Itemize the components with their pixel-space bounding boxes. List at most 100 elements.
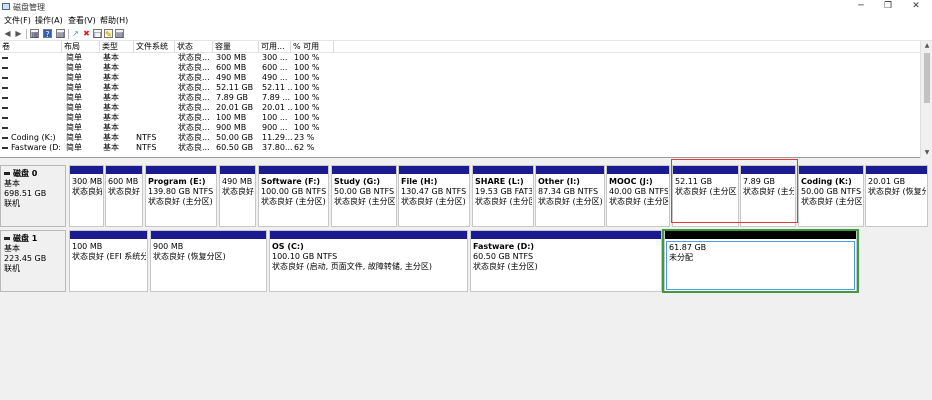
table-cell: 状态良... bbox=[178, 73, 210, 82]
partition-info: 600 MB状态良好 ( bbox=[108, 177, 141, 197]
volume-list[interactable]: 卷 布局 类型 文件系统 状态 容量 可用... % 可用 简单 基本 状态良...… bbox=[0, 41, 932, 158]
table-cell: 简单 bbox=[66, 123, 82, 132]
partition-type-bar bbox=[70, 231, 147, 239]
partition-size: 50.00 GB NTFS bbox=[334, 187, 395, 196]
close-button[interactable]: ✕ bbox=[902, 0, 930, 14]
partition-name: Study (G:) bbox=[334, 177, 381, 186]
table-cell: 100 % bbox=[294, 53, 320, 62]
scroll-down-icon[interactable]: ▼ bbox=[921, 148, 932, 158]
menu-help[interactable]: 帮助(H) bbox=[100, 15, 128, 26]
table-cell: NTFS bbox=[136, 133, 157, 142]
minimize-button[interactable]: ─ bbox=[847, 0, 875, 14]
column-header-type[interactable]: 类型 bbox=[100, 41, 134, 53]
scroll-up-icon[interactable]: ▲ bbox=[921, 41, 932, 51]
disk0-partition[interactable]: 300 MB 状态良好 bbox=[69, 165, 104, 227]
volume-name-cell bbox=[2, 103, 60, 113]
disk0-partition[interactable]: 600 MB状态良好 ( bbox=[105, 165, 143, 227]
menu-action[interactable]: 操作(A) bbox=[35, 15, 63, 26]
table-row[interactable]: 简单 基本 状态良... 490 MB 490 ... 100 % bbox=[0, 73, 920, 83]
partition-size: 130.47 GB NTFS bbox=[401, 187, 467, 196]
table-cell: 基本 bbox=[103, 123, 119, 132]
properties-icon[interactable]: ▦ bbox=[30, 29, 39, 39]
partition-name: Fastware (D:) bbox=[473, 242, 535, 251]
volume-name-text: Coding (K:) bbox=[11, 133, 56, 142]
column-header-layout[interactable]: 布局 bbox=[62, 41, 100, 53]
volume-icon bbox=[2, 56, 8, 59]
disk1-partition[interactable]: OS (C:) 100.10 GB NTFS 状态良好 (启动, 页面文件, 故障转… bbox=[269, 230, 468, 292]
table-cell: 100 % bbox=[294, 113, 320, 122]
partition-name: File (H:) bbox=[401, 177, 438, 186]
partition-size: 50.00 GB NTFS bbox=[801, 187, 862, 196]
disk0-partition[interactable]: File (H:) 130.47 GB NTFS 状态良好 (主分区) bbox=[398, 165, 470, 227]
volume-name-cell bbox=[2, 113, 60, 123]
disk1-partition[interactable]: 900 MB 状态良好 (恢复分区) bbox=[150, 230, 267, 292]
disk-1-label[interactable]: 磁盘 1 基本 223.45 GB 联机 bbox=[0, 230, 66, 292]
disk-0-size: 698.51 GB bbox=[4, 189, 47, 198]
partition-type-bar bbox=[259, 166, 328, 174]
table-row[interactable]: Coding (K:) 简单 基本 NTFS 状态良... 50.00 GB 11.29..… bbox=[0, 133, 920, 143]
partition-size: 40.00 GB NTFS bbox=[609, 187, 668, 196]
table-row[interactable]: 简单 基本 状态良... 7.89 GB 7.89 ... 100 % bbox=[0, 93, 920, 103]
settings-icon[interactable]: ▤ bbox=[115, 29, 124, 39]
help-icon[interactable]: ? bbox=[43, 29, 52, 39]
disk-list-icon[interactable]: ▤ bbox=[56, 29, 65, 39]
title-bar: 磁盘管理 ─ ❐ ✕ bbox=[0, 0, 932, 14]
table-row[interactable]: 简单 基本 状态良... 100 MB 100 ... 100 % bbox=[0, 113, 920, 123]
disk0-partition[interactable]: 490 MB 状态良好 bbox=[219, 165, 256, 227]
volume-icon bbox=[2, 86, 8, 89]
disk0-partition[interactable]: Program (E:) 139.80 GB NTFS 状态良好 (主分区) bbox=[145, 165, 217, 227]
disk0-partition[interactable]: Coding (K:) 50.00 GB NTFS 状态良好 (主分区) bbox=[798, 165, 864, 227]
disk1-partition[interactable]: Fastware (D:) 60.50 GB NTFS 状态良好 (主分区) bbox=[470, 230, 662, 292]
table-cell: 状态良... bbox=[178, 133, 210, 142]
column-header-percent-free[interactable]: % 可用 bbox=[291, 41, 334, 53]
column-header-capacity[interactable]: 容量 bbox=[213, 41, 259, 53]
delete-icon[interactable]: ✖ bbox=[82, 29, 91, 38]
table-cell: 简单 bbox=[66, 53, 82, 62]
disk1-partition[interactable]: 100 MB状态良好 (EFI 系统分区) bbox=[69, 230, 148, 292]
table-row[interactable]: 简单 基本 状态良... 600 MB 600 ... 100 % bbox=[0, 63, 920, 73]
volume-name-cell bbox=[2, 123, 60, 133]
table-cell: 100 % bbox=[294, 73, 320, 82]
disk0-partition[interactable]: Other (I:) 87.34 GB NTFS 状态良好 (主分区) bbox=[535, 165, 605, 227]
table-cell: 900 MB bbox=[216, 123, 247, 132]
forward-arrow-icon[interactable]: ▶ bbox=[14, 29, 23, 38]
disk-graphical-view: 磁盘 0 基本 698.51 GB 联机 300 MB 状态良好 600 MB 状态良… bbox=[0, 158, 932, 400]
disk0-partition[interactable]: SHARE (L:)19.53 GB FAT32状态良好 (主分区) bbox=[472, 165, 534, 227]
disk0-partition[interactable]: Software (F:) 100.00 GB NTFS 状态良好 (主分区) bbox=[258, 165, 329, 227]
partition-size: 900 MB bbox=[153, 242, 184, 251]
table-cell: 600 MB bbox=[216, 63, 247, 72]
table-row[interactable]: Fastware (D:) 简单 基本 NTFS 状态良... 60.50 GB 37.80… bbox=[0, 143, 920, 153]
menu-view[interactable]: 查看(V) bbox=[68, 15, 96, 26]
volume-list-scrollbar[interactable]: ▲ ▼ bbox=[920, 41, 932, 158]
explore-icon[interactable]: ✎ bbox=[104, 29, 113, 39]
disk0-partition[interactable]: MOOC (J:) 40.00 GB NTFS 状态良好 (主分区) bbox=[606, 165, 670, 227]
table-cell: 状态良... bbox=[178, 93, 210, 102]
connect-icon[interactable]: ↗ bbox=[71, 29, 80, 38]
disk0-partition[interactable]: 20.01 GB 状态良好 (恢复分 bbox=[865, 165, 928, 227]
disk0-partition[interactable]: Study (G:) 50.00 GB NTFS 状态良好 (主分区) bbox=[331, 165, 397, 227]
disk-0-label[interactable]: 磁盘 0 基本 698.51 GB 联机 bbox=[0, 165, 66, 227]
table-cell: 100 % bbox=[294, 103, 320, 112]
partition-status: 状态良好 (主分区) bbox=[473, 262, 538, 271]
table-row[interactable]: 简单 基本 状态良... 900 MB 900 ... 100 % bbox=[0, 123, 920, 133]
open-icon[interactable]: □ bbox=[93, 29, 102, 39]
partition-info: File (H:) 130.47 GB NTFS 状态良好 (主分区) bbox=[401, 177, 468, 207]
volume-list-header: 卷 布局 类型 文件系统 状态 容量 可用... % 可用 bbox=[0, 41, 920, 53]
table-row[interactable]: 简单 基本 状态良... 20.01 GB 20.01 ... 100 % bbox=[0, 103, 920, 113]
table-cell: 100 % bbox=[294, 123, 320, 132]
back-arrow-icon[interactable]: ◀ bbox=[3, 29, 12, 38]
column-header-free[interactable]: 可用... bbox=[259, 41, 291, 53]
menu-file[interactable]: 文件(F) bbox=[4, 15, 31, 26]
partition-type-bar bbox=[270, 231, 467, 239]
table-cell: 简单 bbox=[66, 113, 82, 122]
column-header-volume[interactable]: 卷 bbox=[0, 41, 62, 53]
column-header-filesystem[interactable]: 文件系统 bbox=[134, 41, 175, 53]
scroll-thumb[interactable] bbox=[924, 53, 930, 103]
table-row[interactable]: 简单 基本 状态良... 300 MB 300 ... 100 % bbox=[0, 53, 920, 63]
maximize-button[interactable]: ❐ bbox=[874, 0, 902, 14]
partition-info: Other (I:) 87.34 GB NTFS 状态良好 (主分区) bbox=[538, 177, 603, 207]
partition-name: OS (C:) bbox=[272, 242, 304, 251]
toolbar-divider bbox=[26, 29, 27, 39]
table-row[interactable]: 简单 基本 状态良... 52.11 GB 52.11 ... 100 % bbox=[0, 83, 920, 93]
column-header-status[interactable]: 状态 bbox=[175, 41, 213, 53]
